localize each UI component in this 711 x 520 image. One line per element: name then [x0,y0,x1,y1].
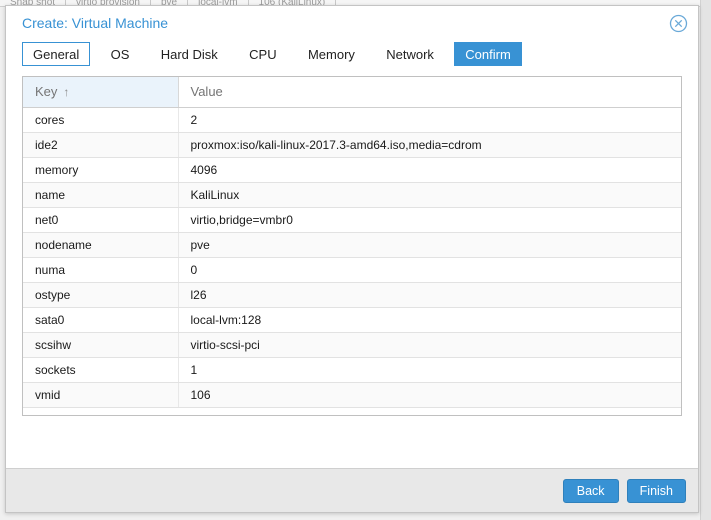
table-row[interactable]: name KaliLinux [23,182,681,208]
cell-key: cores [23,107,179,133]
table-row[interactable]: numa 0 [23,257,681,283]
cell-value: 2 [178,107,681,133]
cell-value: virtio-scsi-pci [178,332,681,358]
cell-value: KaliLinux [178,182,681,208]
cell-key: net0 [23,207,179,233]
finish-button[interactable]: Finish [626,478,686,503]
dialog-titlebar: Create: Virtual Machine [6,6,698,42]
cell-key: nodename [23,232,179,258]
close-circle-icon[interactable] [669,14,688,33]
column-header-value[interactable]: Value [178,77,681,108]
cell-key: numa [23,257,179,283]
table-row[interactable]: nodename pve [23,232,681,258]
tab-os[interactable]: OS [100,42,141,66]
table-row[interactable]: memory 4096 [23,157,681,183]
page-scrollbar-gutter[interactable] [700,0,711,520]
table-row[interactable]: scsihw virtio-scsi-pci [23,332,681,358]
table-row[interactable]: sockets 1 [23,357,681,383]
tab-general[interactable]: General [22,42,91,66]
dialog-title: Create: Virtual Machine [22,15,169,31]
summary-grid-panel: Key ↑ Value cores 2 ide2 proxmox:iso/kali-li… [22,76,682,416]
cell-value: proxmox:iso/kali-linux-2017.3-amd64.iso,… [178,132,681,158]
dialog-footer-toolbar: Back Finish [6,468,698,512]
table-row[interactable]: cores 2 [23,107,681,133]
cell-key: vmid [23,382,179,408]
tab-os-label: OS [110,47,130,62]
cell-key: sata0 [23,307,179,333]
tab-network[interactable]: Network [375,42,445,66]
tab-memory[interactable]: Memory [297,42,366,66]
column-header-value-label: Value [190,84,223,100]
tab-general-label: General [33,47,80,62]
sort-ascending-icon: ↑ [63,85,70,100]
cell-value: 4096 [178,157,681,183]
cell-key: sockets [23,357,179,383]
cell-key: name [23,182,179,208]
cell-key: ide2 [23,132,179,158]
table-row[interactable]: ostype l26 [23,282,681,308]
cell-value: local-lvm:128 [178,307,681,333]
column-header-key[interactable]: Key ↑ [23,77,179,108]
cell-value: 106 [178,382,681,408]
wizard-tab-bar: General OS Hard Disk CPU Memory Network … [6,42,698,76]
tab-memory-label: Memory [307,47,355,62]
dialog-body: Key ↑ Value cores 2 ide2 proxmox:iso/kali-li… [6,76,698,458]
table-body: cores 2 ide2 proxmox:iso/kali-linux-2017.3-… [23,107,681,408]
tab-confirm-label: Confirm [465,47,511,62]
tab-hard-disk-label: Hard Disk [160,47,218,62]
column-header-key-label: Key [35,84,58,100]
vm-config-table: Key ↑ Value cores 2 ide2 proxmox:iso/kali-li… [23,77,681,408]
table-header-row: Key ↑ Value [23,77,681,108]
cell-value: virtio,bridge=vmbr0 [178,207,681,233]
tab-network-label: Network [386,47,434,62]
back-button[interactable]: Back [562,478,619,503]
cell-value: l26 [178,282,681,308]
table-row[interactable]: vmid 106 [23,382,681,408]
tab-cpu-label: CPU [249,47,277,62]
tab-confirm[interactable]: Confirm [454,42,522,66]
cell-value: 1 [178,357,681,383]
cell-key: ostype [23,282,179,308]
table-row[interactable]: sata0 local-lvm:128 [23,307,681,333]
create-virtual-machine-dialog: Create: Virtual Machine General OS Hard … [5,5,699,513]
cell-value: pve [178,232,681,258]
cell-value: 0 [178,257,681,283]
tab-cpu[interactable]: CPU [238,42,287,66]
table-row[interactable]: ide2 proxmox:iso/kali-linux-2017.3-amd64.… [23,132,681,158]
cell-key: memory [23,157,179,183]
cell-key: scsihw [23,332,179,358]
table-row[interactable]: net0 virtio,bridge=vmbr0 [23,207,681,233]
tab-hard-disk[interactable]: Hard Disk [150,42,229,66]
